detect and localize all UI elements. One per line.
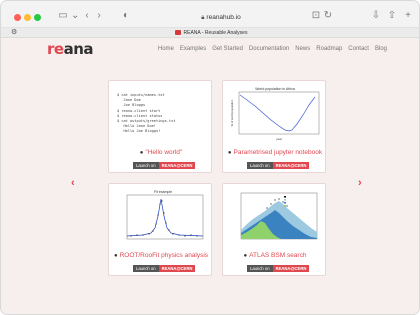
site-navbar: reana Home Examples Get Started Document… — [1, 38, 419, 60]
share-icon[interactable]: ⇧ — [387, 10, 397, 22]
stacked-histogram-image — [227, 188, 323, 246]
launch-target: REANA@CERN — [158, 265, 196, 272]
new-tab-icon[interactable]: + — [403, 10, 413, 22]
example-card-root-roofit[interactable]: Fit example ● ROOT/RooFit physics analysi… — [108, 183, 212, 276]
github-icon: ● — [113, 253, 118, 259]
examples-carousel: ‹ › $ cat inputs/names.txt Jane Doe Joe … — [1, 61, 419, 314]
launch-on-reana-button[interactable]: Launch on REANA@CERN — [247, 265, 310, 272]
back-arrow-icon[interactable]: ‹ — [83, 10, 91, 22]
example-card-atlas-bsm[interactable]: ● ATLAS BSM search Launch on REANA@CERN — [222, 183, 326, 276]
github-icon: ● — [243, 253, 248, 259]
legend — [284, 196, 286, 207]
card-title[interactable]: ● ATLAS BSM search — [223, 252, 327, 259]
logo-rest: ana — [63, 40, 94, 58]
fit-curve — [126, 198, 204, 237]
forward-arrow-icon[interactable]: › — [95, 10, 103, 22]
reana-favicon-icon — [174, 30, 181, 35]
code-line: Hello Joe Bloggs! — [117, 129, 161, 134]
population-plot-image: World population in Africa year % of wor… — [227, 85, 323, 143]
chevron-down-icon[interactable]: ⌄ — [71, 10, 79, 22]
tab-title-label: REANA - Reusable Analyses — [183, 30, 248, 36]
launch-target: REANA@CERN — [272, 162, 310, 169]
logo-prefix: re — [47, 40, 64, 58]
fit-plot: Fit example — [126, 190, 204, 240]
card-title-text: ROOT/RooFit physics analysis — [119, 252, 209, 259]
carousel-prev-arrow-icon[interactable]: ‹ — [71, 177, 75, 189]
plot-frame — [126, 194, 204, 240]
reload-icon[interactable]: ↻ — [323, 10, 333, 22]
plot-x-label: year — [276, 137, 282, 141]
plot-frame — [238, 91, 320, 135]
translate-icon[interactable]: ⊡ — [311, 10, 321, 22]
menu-item-contact[interactable]: Contact — [348, 45, 369, 53]
plot-y-label: % of world population — [230, 99, 234, 126]
menu-item-documentation[interactable]: Documentation — [249, 45, 289, 53]
menu-item-roadmap[interactable]: Roadmap — [316, 45, 342, 53]
stacked-histogram — [240, 192, 318, 240]
tab-bar: ⚙ REANA - Reusable Analyses — [1, 28, 419, 38]
address-bar-url: reanahub.io — [206, 14, 241, 21]
fit-plot-image: Fit example — [113, 188, 209, 246]
population-line — [239, 94, 316, 132]
launch-target: REANA@CERN — [158, 162, 196, 169]
plot-title: Fit example — [154, 190, 172, 194]
active-tab[interactable]: REANA - Reusable Analyses — [1, 28, 419, 38]
card-title-text: Parametrised jupyter notebook — [233, 149, 323, 156]
menu-item-get-started[interactable]: Get Started — [212, 45, 243, 53]
address-bar[interactable]: 🔒︎ reanahub.io — [126, 11, 316, 25]
browser-window: ▭ ⌄ ‹ › ◐ 🔒︎ reanahub.io ⊡ ↻ ⇩ ⇧ + ⚙ REAN… — [0, 0, 420, 315]
menu-item-blog[interactable]: Blog — [375, 45, 387, 53]
minimize-window-button[interactable] — [24, 14, 31, 21]
close-window-button[interactable] — [14, 14, 21, 21]
launch-label: Launch on — [133, 265, 159, 272]
code-snippet: $ cat inputs/names.txt Jane Doe Joe Blog… — [113, 85, 209, 135]
menu-item-home[interactable]: Home — [158, 45, 174, 53]
menu-item-news[interactable]: News — [295, 45, 310, 53]
example-card-hello-world[interactable]: $ cat inputs/names.txt Jane Doe Joe Blog… — [108, 80, 212, 173]
zoom-window-button[interactable] — [34, 14, 41, 21]
launch-label: Launch on — [247, 162, 273, 169]
launch-on-reana-button[interactable]: Launch on REANA@CERN — [133, 162, 196, 169]
download-icon[interactable]: ⇩ — [371, 10, 381, 22]
population-plot: World population in Africa year % of wor… — [230, 87, 320, 141]
card-title-text: ATLAS BSM search — [249, 252, 307, 259]
launch-target: REANA@CERN — [272, 265, 310, 272]
launch-on-reana-button[interactable]: Launch on REANA@CERN — [133, 265, 196, 272]
launch-label: Launch on — [247, 265, 273, 272]
github-icon: ● — [227, 150, 232, 156]
code-snippet-image: $ cat inputs/names.txt Jane Doe Joe Blog… — [113, 85, 209, 143]
card-title-text: "Hello world" — [145, 149, 183, 156]
github-icon: ● — [139, 150, 144, 156]
lock-icon: 🔒︎ — [201, 15, 205, 21]
card-title[interactable]: ● Parametrised jupyter notebook — [223, 149, 327, 156]
launch-label: Launch on — [133, 162, 159, 169]
sidebar-toggle-icon[interactable]: ▭ — [57, 10, 69, 22]
menu-item-examples[interactable]: Examples — [180, 45, 206, 53]
carousel-next-arrow-icon[interactable]: › — [358, 177, 362, 189]
main-menu: Home Examples Get Started Documentation … — [158, 45, 387, 53]
launch-on-reana-button[interactable]: Launch on REANA@CERN — [247, 162, 310, 169]
plot-title: World population in Africa — [255, 87, 295, 91]
browser-titlebar: ▭ ⌄ ‹ › ◐ 🔒︎ reanahub.io ⊡ ↻ ⇩ ⇧ + — [1, 1, 419, 28]
reana-logo[interactable]: reana — [47, 40, 94, 58]
card-title[interactable]: ● "Hello world" — [109, 149, 213, 156]
card-title[interactable]: ● ROOT/RooFit physics analysis — [109, 252, 213, 259]
data-points — [130, 200, 198, 237]
example-card-jupyter-notebook[interactable]: World population in Africa year % of wor… — [222, 80, 326, 173]
